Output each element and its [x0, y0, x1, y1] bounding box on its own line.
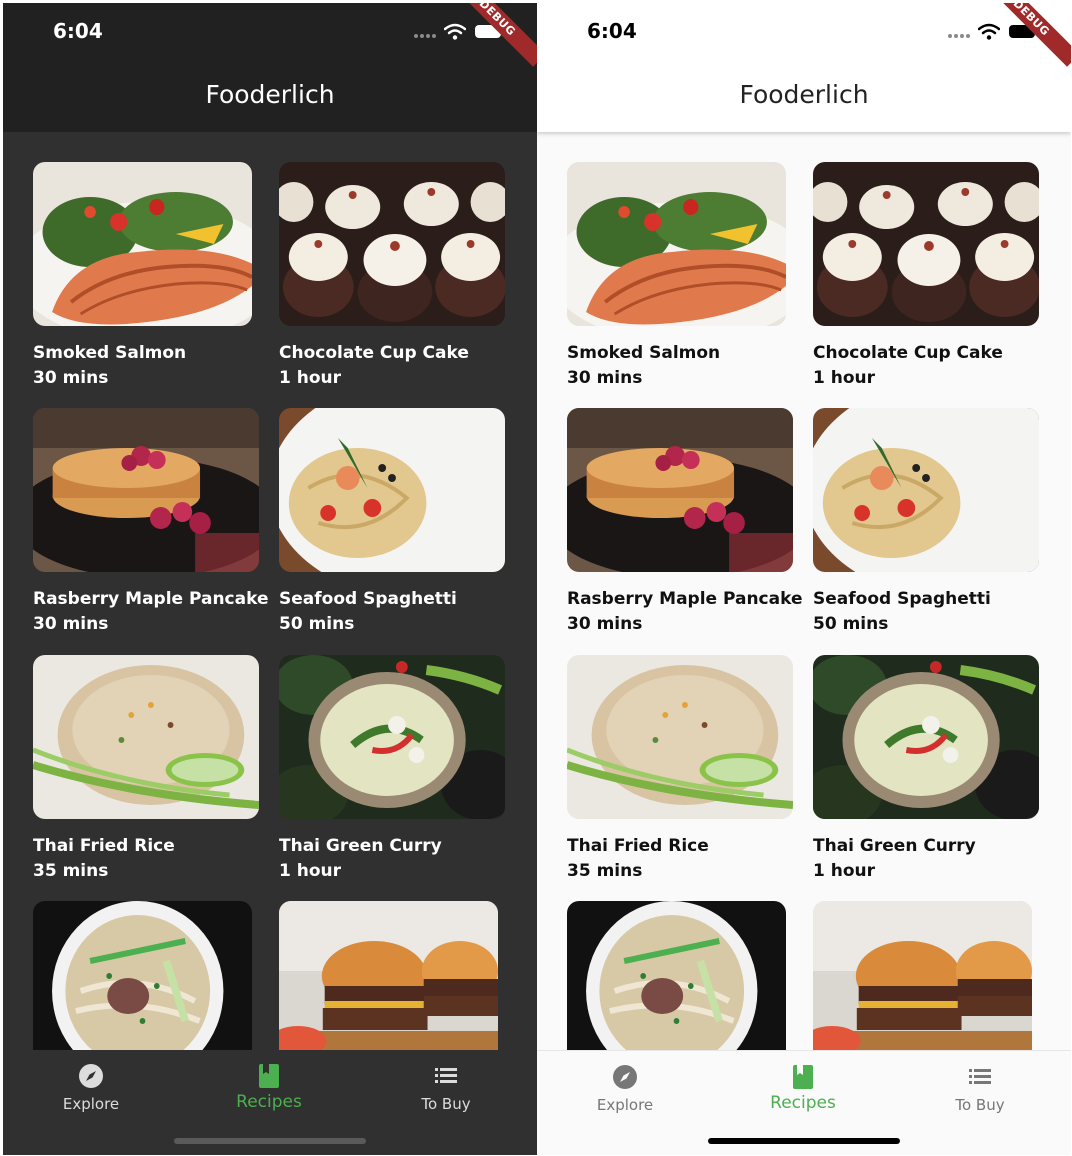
nav-label: Explore	[596, 1096, 654, 1114]
nav-item-recipes[interactable]: Recipes	[733, 1063, 873, 1113]
list-icon	[435, 1068, 457, 1083]
recipe-image	[33, 901, 252, 1050]
nav-item-recipes[interactable]: Recipes	[199, 1062, 339, 1112]
nav-item-to-buy[interactable]: To Buy	[376, 1062, 516, 1113]
nav-label: To Buy	[955, 1096, 1005, 1114]
phone-light-theme: Fooderlich 6:04 DEBUG Smoked Salmon 30 m…	[537, 3, 1071, 1155]
nav-item-to-buy[interactable]: To Buy	[910, 1063, 1050, 1114]
recipe-duration: 35 mins	[567, 861, 643, 881]
phone-dark-theme: Fooderlich 6:04 DEBUG Smoked Salmon 30 m…	[3, 3, 537, 1155]
status-time: 6:04	[53, 19, 103, 43]
recipe-name: Thai Green Curry	[813, 836, 976, 856]
app-title: Fooderlich	[205, 80, 335, 109]
recipe-card[interactable]: Rasberry Maple Pancake 30 mins	[567, 408, 803, 636]
recipe-duration: 1 hour	[813, 368, 876, 388]
recipe-image	[279, 901, 498, 1050]
recipe-image	[279, 408, 505, 572]
compass-icon	[79, 1064, 103, 1088]
wifi-icon	[444, 23, 466, 40]
recipe-name: Thai Green Curry	[279, 836, 442, 856]
compass-icon	[613, 1065, 637, 1089]
recipe-card[interactable]: Seafood Spaghetti 50 mins	[279, 408, 505, 636]
recipe-name: Chocolate Cup Cake	[279, 343, 469, 363]
recipe-duration: 50 mins	[279, 614, 355, 634]
status-bar: 6:04	[537, 3, 1071, 63]
nav-label: Recipes	[236, 1092, 302, 1112]
recipe-image	[33, 408, 259, 572]
recipe-card[interactable]: Thai Fried Rice 35 mins	[33, 655, 259, 883]
status-bar: 6:04	[3, 3, 537, 63]
nav-item-explore[interactable]: Explore	[21, 1062, 161, 1113]
recipe-card[interactable]	[567, 901, 786, 1050]
recipe-card[interactable]: Smoked Salmon 30 mins	[33, 162, 252, 390]
nav-label: Recipes	[770, 1093, 836, 1113]
recipe-name: Thai Fried Rice	[33, 836, 175, 856]
wifi-icon	[978, 23, 1000, 40]
recipe-image	[279, 655, 505, 819]
recipe-name: Thai Fried Rice	[567, 836, 709, 856]
recipe-duration: 30 mins	[33, 368, 109, 388]
recipe-image	[567, 655, 793, 819]
recipe-image	[813, 408, 1039, 572]
recipe-card[interactable]: Chocolate Cup Cake 1 hour	[813, 162, 1039, 390]
recipe-image	[567, 162, 786, 326]
recipe-duration: 1 hour	[813, 861, 876, 881]
recipe-card[interactable]: Thai Fried Rice 35 mins	[567, 655, 793, 883]
recipe-card[interactable]: Seafood Spaghetti 50 mins	[813, 408, 1039, 636]
recipe-name: Chocolate Cup Cake	[813, 343, 1003, 363]
recipe-image	[813, 162, 1039, 326]
nav-label: To Buy	[421, 1095, 471, 1113]
recipe-duration: 50 mins	[813, 614, 889, 634]
recipe-name: Smoked Salmon	[567, 343, 721, 363]
app-title: Fooderlich	[739, 80, 869, 109]
recipe-card[interactable]: Smoked Salmon 30 mins	[567, 162, 786, 390]
recipe-card[interactable]: Thai Green Curry 1 hour	[279, 655, 505, 883]
list-icon	[969, 1069, 991, 1084]
status-time: 6:04	[587, 19, 637, 43]
recipe-duration: 30 mins	[33, 614, 109, 634]
recipe-card[interactable]: Thai Green Curry 1 hour	[813, 655, 1039, 883]
recipe-name: Seafood Spaghetti	[813, 589, 991, 609]
recipe-card[interactable]	[279, 901, 498, 1050]
recipe-image	[279, 162, 505, 326]
recipe-name: Rasberry Maple Pancake	[567, 589, 803, 609]
book-icon	[259, 1064, 279, 1088]
recipe-image	[813, 901, 1032, 1050]
home-indicator[interactable]	[708, 1138, 900, 1144]
recipe-duration: 30 mins	[567, 368, 643, 388]
cellular-signal-icon	[948, 34, 974, 39]
recipe-card[interactable]: Rasberry Maple Pancake 30 mins	[33, 408, 269, 636]
recipe-grid[interactable]: Smoked Salmon 30 mins Chocolate Cup Cake…	[537, 132, 1071, 1050]
nav-item-explore[interactable]: Explore	[555, 1063, 695, 1114]
recipe-image	[567, 901, 786, 1050]
recipe-name: Smoked Salmon	[33, 343, 187, 363]
recipe-card[interactable]	[33, 901, 252, 1050]
recipe-card[interactable]	[813, 901, 1032, 1050]
recipe-image	[33, 655, 259, 819]
recipe-image	[813, 655, 1039, 819]
recipe-image	[33, 162, 252, 326]
home-indicator[interactable]	[174, 1138, 366, 1144]
recipe-name: Rasberry Maple Pancake	[33, 589, 269, 609]
cellular-signal-icon	[414, 34, 440, 39]
recipe-name: Seafood Spaghetti	[279, 589, 457, 609]
recipe-image	[567, 408, 793, 572]
recipe-duration: 1 hour	[279, 368, 342, 388]
recipe-duration: 35 mins	[33, 861, 109, 881]
book-icon	[793, 1065, 813, 1089]
recipe-card[interactable]: Chocolate Cup Cake 1 hour	[279, 162, 505, 390]
nav-label: Explore	[62, 1095, 120, 1113]
recipe-duration: 30 mins	[567, 614, 643, 634]
recipe-duration: 1 hour	[279, 861, 342, 881]
recipe-grid[interactable]: Smoked Salmon 30 mins Chocolate Cup Cake…	[3, 132, 537, 1050]
